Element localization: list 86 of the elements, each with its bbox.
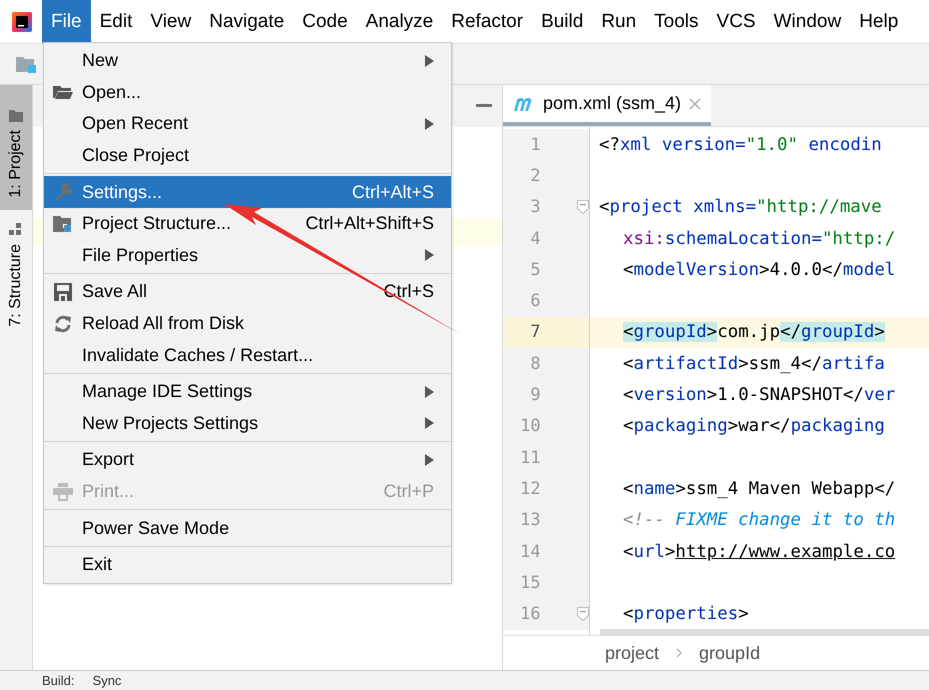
horizontal-scrollbar[interactable]	[600, 629, 929, 635]
submenu-arrow-icon	[425, 386, 434, 398]
shortcut-label: Ctrl+P	[383, 481, 434, 502]
tool-tab[interactable]: Sync	[92, 673, 122, 688]
tool-window-tab[interactable]: 1: Project	[0, 85, 32, 210]
line-number: 1	[529, 134, 541, 155]
menu-item[interactable]: Save All Ctrl+S	[44, 276, 451, 308]
refresh-icon	[53, 314, 73, 333]
menu-item[interactable]: Export	[44, 444, 451, 476]
menu-item[interactable]: Open...	[44, 76, 451, 108]
menu-item[interactable]: Analyze	[356, 0, 442, 43]
app-logo-icon	[12, 12, 32, 32]
submenu-arrow-icon	[425, 417, 434, 430]
menu-item[interactable]: Invalidate Caches / Restart...	[44, 339, 451, 371]
line-number: 10	[519, 416, 541, 436]
menu-item[interactable]: Reload All from Disk	[44, 308, 451, 340]
line-number: 8	[529, 354, 541, 374]
wrench-icon	[53, 183, 73, 202]
line-number: 3	[529, 197, 541, 218]
line-number: 12	[519, 478, 541, 499]
tool-window-tab[interactable]: 7: Structure	[0, 210, 32, 339]
line-number: 16	[519, 604, 541, 624]
menu-item[interactable]: Tools	[645, 0, 708, 43]
close-icon	[689, 98, 702, 110]
code-line: <version>1.0-SNAPSHOT</ver	[623, 385, 896, 406]
printer-icon	[53, 482, 73, 501]
menu-item[interactable]: Power Save Mode	[44, 512, 451, 544]
code-line: <groupId>com.jp</groupId>	[623, 322, 885, 342]
folder-icon	[53, 214, 73, 233]
menu-item[interactable]: Exit	[44, 548, 451, 580]
shortcut-label: Ctrl+Alt+Shift+S	[305, 213, 434, 234]
menu-item[interactable]: Window	[764, 0, 850, 43]
menu-item[interactable]: Open Recent	[44, 108, 451, 140]
code-line: <packaging>war</packaging	[623, 416, 885, 436]
folder-icon	[53, 83, 73, 102]
code-line: <project xmlns="http://mave	[599, 197, 882, 218]
menu-item[interactable]: Settings... Ctrl+Alt+S	[44, 176, 451, 208]
shortcut-label: Ctrl+Alt+S	[352, 182, 434, 203]
code-line: <artifactId>ssm_4</artifa	[623, 354, 885, 374]
menu-item[interactable]: Run	[592, 0, 646, 43]
code-line: <modelVersion>4.0.0</model	[623, 260, 896, 280]
save-icon	[53, 282, 73, 301]
menu-item[interactable]: New Projects Settings	[44, 408, 451, 440]
line-number: 14	[519, 542, 541, 562]
line-number: 9	[529, 385, 541, 406]
breadcrumb-item[interactable]: groupId	[699, 642, 760, 664]
structure-icon	[9, 222, 23, 236]
submenu-arrow-icon	[425, 454, 434, 466]
code-line: xsi:schemaLocation="http:/	[623, 228, 896, 249]
menu-item[interactable]: Navigate	[200, 0, 294, 43]
chevron-icon	[676, 648, 682, 658]
menu-item[interactable]: Help	[850, 0, 908, 43]
minimize-icon	[476, 104, 492, 108]
shortcut-label: Ctrl+S	[383, 281, 434, 302]
submenu-arrow-icon	[425, 118, 434, 130]
code-line: <name>ssm_4 Maven Webapp</	[623, 478, 896, 499]
line-number: 5	[529, 260, 541, 280]
menu-item[interactable]: VCS	[708, 0, 765, 43]
editor-tab[interactable]: pom.xml (ssm_4)	[503, 85, 712, 126]
submenu-arrow-icon	[425, 54, 434, 67]
menu-item[interactable]: Project Structure... Ctrl+Alt+Shift+S	[44, 208, 451, 240]
line-number: 11	[519, 448, 541, 468]
breadcrumb-item[interactable]: project	[605, 642, 660, 664]
code-line: <?xml version="1.0" encodin	[599, 134, 882, 155]
menu-item[interactable]: Edit	[90, 0, 142, 43]
menu-item[interactable]: File Properties	[44, 240, 451, 272]
menu-item[interactable]: Refactor	[442, 0, 532, 43]
line-number: 2	[529, 166, 541, 186]
folder-icon	[15, 54, 37, 74]
code-line: <url>http://www.example.co	[623, 542, 896, 562]
menu-item[interactable]: View	[141, 0, 200, 43]
code-line: <!-- FIXME change it to th	[623, 510, 896, 530]
line-number: 15	[519, 572, 541, 593]
menu-item[interactable]: Close Project	[44, 140, 451, 172]
line-number: 4	[529, 228, 541, 249]
menu-item[interactable]: Manage IDE Settings	[44, 376, 451, 408]
line-number: 6	[529, 291, 541, 312]
line-number: 7	[529, 322, 541, 342]
folder-icon	[9, 110, 23, 122]
tool-tab[interactable]: Build:	[42, 673, 75, 688]
menu-item[interactable]: File	[42, 0, 91, 43]
line-number: 13	[519, 510, 541, 530]
submenu-arrow-icon	[425, 249, 434, 262]
code-line: <properties>	[623, 604, 749, 624]
menu-item[interactable]: Code	[293, 0, 357, 43]
menu-item[interactable]: Build	[532, 0, 592, 43]
